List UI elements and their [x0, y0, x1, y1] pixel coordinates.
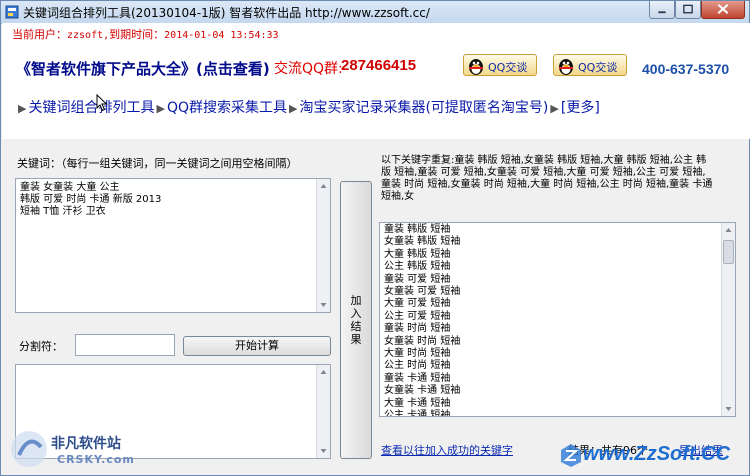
view-added-keywords-link[interactable]: 查看以往加入成功的关键字 — [381, 442, 513, 458]
qq-group-label: 交流QQ群: — [274, 61, 343, 77]
window-title: 关键词组合排列工具(20130104-1版) 智者软件出品 http://www… — [23, 6, 430, 20]
nav-arrow-icon: ▶ — [550, 102, 559, 115]
result-list-item: 大童 可爱 短袖 — [384, 298, 451, 310]
result-list-item: 公主 可爱 短袖 — [384, 310, 451, 322]
nav-arrow-icon: ▶ — [288, 102, 298, 115]
keyword-label: 关键词：（每行一组关键词，同一关键词之间用空格间隔） — [17, 157, 298, 170]
qq-penguin-icon — [559, 59, 573, 75]
qq-chat-button-2[interactable]: QQ交谈 — [553, 54, 627, 76]
result-list-item: 童装 时尚 短袖 — [384, 323, 451, 335]
title-bar[interactable]: 关键词组合排列工具(20130104-1版) 智者软件出品 http://www… — [1, 1, 749, 24]
result-list-item: 公主 韩版 短袖 — [384, 261, 451, 273]
result-list-box[interactable]: 童装 韩版 短袖 女童装 韩版 短袖 大童 韩版 短袖 公主 韩版 短袖 童装 可爱 短… — [379, 222, 736, 417]
maximize-button[interactable] — [675, 1, 701, 19]
qq-chat-label-2: QQ交谈 — [578, 61, 618, 74]
result-list-item: 大童 韩版 短袖 — [384, 248, 451, 260]
result-list: 童装 韩版 短袖 女童装 韩版 短袖 大童 韩版 短袖 公主 韩版 短袖 童装 可爱 短… — [384, 224, 461, 417]
user-info: 当前用户：zzsoft,到期时间：2014-01-04 13:54:33 — [12, 26, 279, 42]
result-list-item: 大童 时尚 短袖 — [384, 348, 451, 360]
header-area: 当前用户：zzsoft,到期时间：2014-01-04 13:54:33 《智者… — [2, 23, 750, 139]
user-value: zzsoft, — [67, 30, 110, 41]
watermark-left-sub: CRSKY.com — [57, 453, 135, 466]
add-to-result-label: 加 入 结 果 — [350, 294, 362, 346]
keyword-text: 童装 女童装 大童 公主 韩版 可爱 时尚 卡通 新版 2013 短袖 T恤 汗… — [20, 182, 162, 217]
close-icon — [717, 4, 729, 15]
result-scrollbar[interactable] — [721, 223, 735, 416]
duplicate-keywords-text: 以下关键字重复:童装 韩版 短袖,女童装 韩版 短袖,大童 韩版 短袖,公主 韩… — [381, 155, 713, 202]
scroll-down-icon[interactable] — [722, 402, 735, 416]
minimize-icon — [658, 11, 666, 14]
expire-label: 到期时间： — [109, 28, 165, 41]
scroll-up-icon[interactable] — [722, 223, 735, 237]
result-list-item: 公主 卡通 短袖 — [384, 410, 451, 417]
nav-arrow-icon: ▶ — [18, 102, 27, 115]
result-list-item: 大童 卡通 短袖 — [384, 397, 451, 409]
phone-number: 400-637-5370 — [642, 61, 730, 77]
scroll-thumb[interactable] — [723, 240, 734, 264]
start-calc-button[interactable]: 开始计算 — [183, 336, 331, 356]
app-icon — [5, 5, 19, 19]
mouse-cursor-icon — [96, 94, 108, 112]
expire-value: 2014-01-04 13:54:33 — [164, 30, 279, 41]
result-list-item: 女童装 韩版 短袖 — [384, 236, 461, 248]
split-input[interactable] — [75, 334, 175, 356]
scroll-up-icon[interactable] — [317, 365, 330, 379]
scroll-down-icon[interactable] — [317, 444, 330, 458]
maximize-icon — [683, 4, 693, 14]
result-list-item: 女童装 卡通 短袖 — [384, 385, 461, 397]
minimize-button[interactable] — [649, 1, 675, 19]
result-list-item: 童装 可爱 短袖 — [384, 273, 451, 285]
calc-result-scrollbar[interactable] — [316, 365, 330, 458]
nav-item-keyword-tool[interactable]: 关键词组合排列工具 — [28, 100, 154, 116]
nav-arrow-icon: ▶ — [156, 102, 165, 115]
result-list-item: 童装 韩版 短袖 — [384, 224, 451, 235]
watermark-right-text: www.ZzSoft.CC — [583, 443, 731, 465]
result-list-item: 公主 时尚 短袖 — [384, 360, 451, 372]
result-list-item: 女童装 时尚 短袖 — [384, 335, 461, 347]
close-button[interactable] — [701, 1, 745, 19]
nav-item-taobao-tool[interactable]: 淘宝买家记录采集器(可提取匿名淘宝号) — [299, 100, 548, 116]
result-list-item: 女童装 可爱 短袖 — [384, 286, 461, 298]
scroll-down-icon[interactable] — [317, 298, 330, 312]
app-window: 关键词组合排列工具(20130104-1版) 智者软件出品 http://www… — [0, 0, 750, 476]
add-to-result-button[interactable]: 加 入 结 果 — [340, 181, 372, 459]
qq-penguin-icon — [469, 59, 483, 75]
user-label: 当前用户： — [12, 28, 67, 41]
nav-item-more[interactable]: [更多] — [561, 100, 600, 116]
qq-chat-label-1: QQ交谈 — [488, 61, 528, 74]
watermark-left-text: 非凡软件站 — [51, 436, 121, 452]
scroll-up-icon[interactable] — [317, 179, 330, 193]
keyword-textarea[interactable]: 童装 女童装 大童 公主 韩版 可爱 时尚 卡通 新版 2013 短袖 T恤 汗… — [15, 178, 331, 313]
nav-item-qq-group-tool[interactable]: QQ群搜索采集工具 — [167, 100, 287, 116]
zzsoft-logo-icon — [561, 444, 581, 467]
result-list-item: 童装 卡通 短袖 — [384, 372, 451, 384]
qq-group-number: 287466415 — [341, 57, 417, 74]
product-list-link[interactable]: 《智者软件旗下产品大全》(点击查看) — [16, 58, 270, 79]
keyword-scrollbar[interactable] — [316, 179, 330, 312]
qq-chat-button-1[interactable]: QQ交谈 — [463, 54, 537, 76]
split-label: 分割符： — [19, 340, 63, 353]
